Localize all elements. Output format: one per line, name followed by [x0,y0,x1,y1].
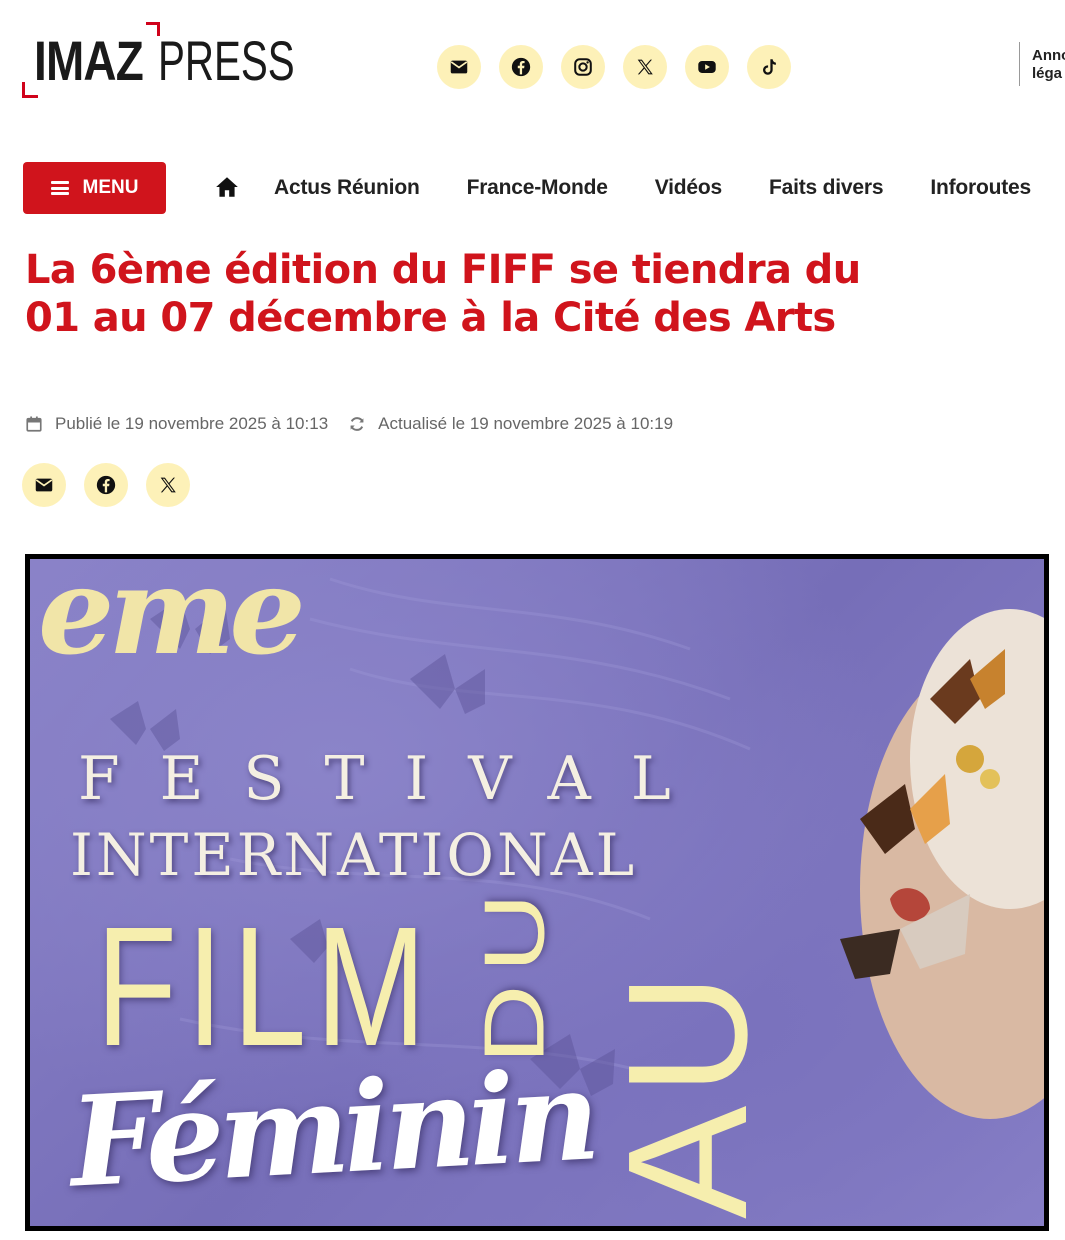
poster-au-text: AU [590,963,786,1219]
hamburger-icon [50,181,69,195]
logo-text-imaz: IMAZ [34,29,144,92]
poster-eme-text: eme [38,559,306,682]
nav-item-france-monde[interactable]: France-Monde [467,176,608,200]
nav-item-inforoutes[interactable]: Inforoutes [930,176,1031,200]
home-icon[interactable] [214,174,240,200]
menu-button[interactable]: MENU [23,162,166,214]
nav-item-videos[interactable]: Vidéos [655,176,722,200]
facebook-icon[interactable] [499,45,543,89]
article-hero-image[interactable]: eme FESTIVAL INTERNATIONAL FILM DU Fémini… [25,554,1049,1231]
instagram-icon[interactable] [561,45,605,89]
nav-item-faits-divers[interactable]: Faits divers [769,176,884,200]
mail-icon[interactable] [22,463,66,507]
poster-au-word: AU [593,962,783,1219]
poster-du-word: DU [466,881,563,1064]
published-date-text: Publié le 19 novembre 2025 à 10:13 [55,414,329,433]
x-icon[interactable] [623,45,667,89]
main-navigation: MENU Actus Réunion France-Monde Vidéos F… [0,162,1065,214]
header-social-links [437,45,791,89]
updated-date: Actualisé le 19 novembre 2025 à 10:19 [348,414,673,434]
x-icon[interactable] [146,463,190,507]
mail-icon[interactable] [437,45,481,89]
logo-text-press: PRESS [158,29,295,92]
festival-poster: eme FESTIVAL INTERNATIONAL FILM DU Fémini… [30,559,1044,1226]
facebook-icon[interactable] [84,463,128,507]
nav-links: Actus Réunion France-Monde Vidéos Faits … [274,162,1031,214]
site-logo[interactable]: IMAZ PRESS [22,22,297,102]
poster-international-text: INTERNATIONAL [70,821,638,889]
legal-notices-line1: Anno [1032,47,1065,64]
menu-button-label: MENU [82,177,139,198]
tiktok-icon[interactable] [747,45,791,89]
legal-notices-line2: léga [1032,65,1063,82]
poster-festival-text: FESTIVAL [78,744,711,814]
poster-feminin-text: Féminin [66,1043,598,1216]
article-share-links [22,463,190,507]
nav-item-actus-reunion[interactable]: Actus Réunion [274,176,420,200]
legal-notices-link[interactable]: Anno léga [1032,47,1065,83]
updated-date-text: Actualisé le 19 novembre 2025 à 10:19 [378,414,674,433]
published-date: Publié le 19 novembre 2025 à 10:13 [25,414,328,434]
calendar-icon [26,416,42,432]
youtube-icon[interactable] [685,45,729,89]
header-divider [1019,42,1020,86]
article-meta: Publié le 19 novembre 2025 à 10:13 Actua… [25,414,673,434]
site-header: IMAZ PRESS Anno léga [0,0,1065,140]
refresh-icon [350,417,364,431]
article-title: La 6ème édition du FIFF se tiendra du 01… [25,247,861,341]
